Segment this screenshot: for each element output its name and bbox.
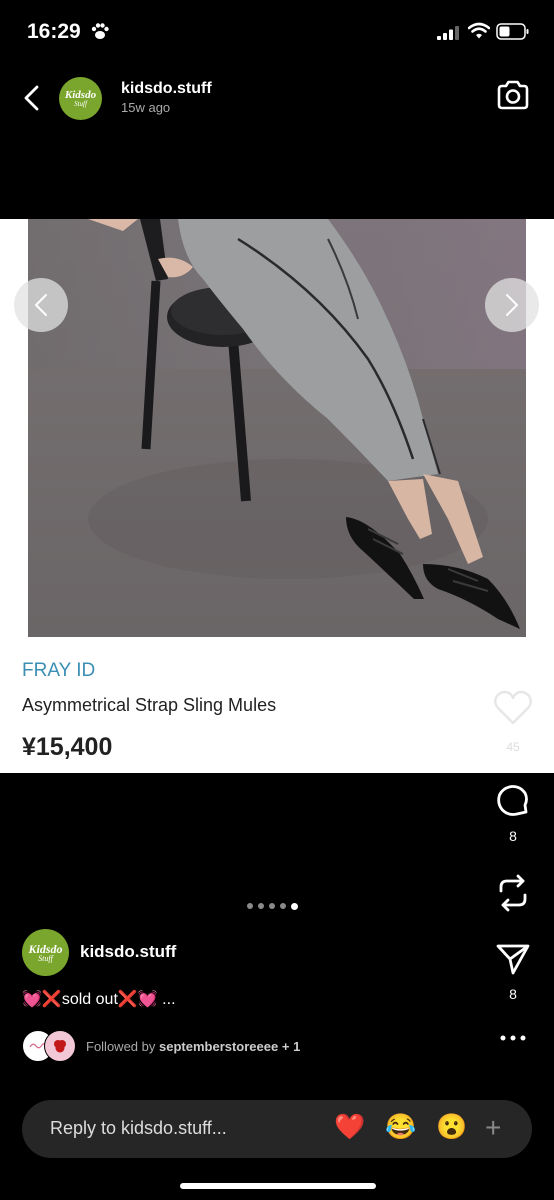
carousel-dot xyxy=(269,903,275,909)
caption-avatar[interactable]: Kidsdo Stuff xyxy=(22,929,69,976)
battery-icon xyxy=(496,23,529,40)
quick-reaction-heart[interactable]: ❤️ xyxy=(334,1113,365,1142)
reply-placeholder[interactable]: Reply to kidsdo.stuff... xyxy=(50,1118,227,1139)
follower-avatar xyxy=(44,1030,76,1062)
avatar-logo-subtext: Stuff xyxy=(74,99,87,108)
back-chevron-icon[interactable] xyxy=(22,85,40,111)
product-price: ¥15,400 xyxy=(22,733,113,761)
caption-avatar-logo-subtext: Stuff xyxy=(38,953,53,963)
avatar-logo-text: Kidsdo xyxy=(64,88,97,101)
chevron-left-icon xyxy=(35,294,47,316)
product-brand[interactable]: FRAY ID xyxy=(22,660,95,682)
chevron-right-icon xyxy=(506,294,518,316)
carousel-dot-active xyxy=(291,902,298,910)
caption-avatar-logo-text: Kidsdo xyxy=(28,941,63,956)
like-count: 45 xyxy=(506,740,520,754)
avatar[interactable]: Kidsdo Stuff xyxy=(59,77,102,120)
caption-text[interactable]: 💓❌sold out❌💓 ... xyxy=(22,989,176,1009)
followed-by-row[interactable]: Followed by septemberstoreeee + 1 xyxy=(22,1030,300,1062)
quick-reaction-laugh[interactable]: 😂 xyxy=(385,1113,416,1142)
send-icon[interactable] xyxy=(496,942,530,976)
product-name[interactable]: Asymmetrical Strap Sling Mules xyxy=(22,695,276,716)
product-photo[interactable] xyxy=(28,219,526,637)
carousel-prev-button[interactable] xyxy=(14,278,68,332)
comment-count: 8 xyxy=(509,828,517,844)
send-count: 8 xyxy=(509,986,517,1002)
wifi-icon xyxy=(468,22,490,39)
camera-icon[interactable] xyxy=(496,80,530,110)
followed-user[interactable]: septemberstoreeee xyxy=(159,1039,278,1054)
caption-username[interactable]: kidsdo.stuff xyxy=(80,942,176,962)
paw-icon xyxy=(91,23,109,39)
carousel-next-button[interactable] xyxy=(485,278,539,332)
followed-by-text: Followed by septemberstoreeee + 1 xyxy=(86,1039,300,1054)
cellular-signal-icon xyxy=(437,26,459,40)
home-indicator xyxy=(180,1183,376,1189)
carousel-indicator xyxy=(247,902,298,910)
followed-suffix: + 1 xyxy=(281,1038,301,1054)
header-username[interactable]: kidsdo.stuff xyxy=(121,80,212,98)
status-time: 16:29 xyxy=(27,20,81,43)
comment-icon[interactable] xyxy=(496,784,530,818)
like-heart-icon[interactable] xyxy=(493,690,533,726)
repost-icon[interactable] xyxy=(496,873,530,913)
carousel-dot xyxy=(247,903,253,909)
carousel-dot xyxy=(258,903,264,909)
quick-reaction-wow[interactable]: 😮 xyxy=(436,1113,467,1142)
more-options-icon[interactable] xyxy=(500,1034,526,1042)
flower-logo-icon xyxy=(54,1040,66,1053)
followed-prefix: Followed by xyxy=(86,1038,156,1054)
post-age: 15w ago xyxy=(121,100,171,115)
add-reaction-button[interactable]: + xyxy=(485,1112,501,1144)
carousel-dot xyxy=(280,903,286,909)
